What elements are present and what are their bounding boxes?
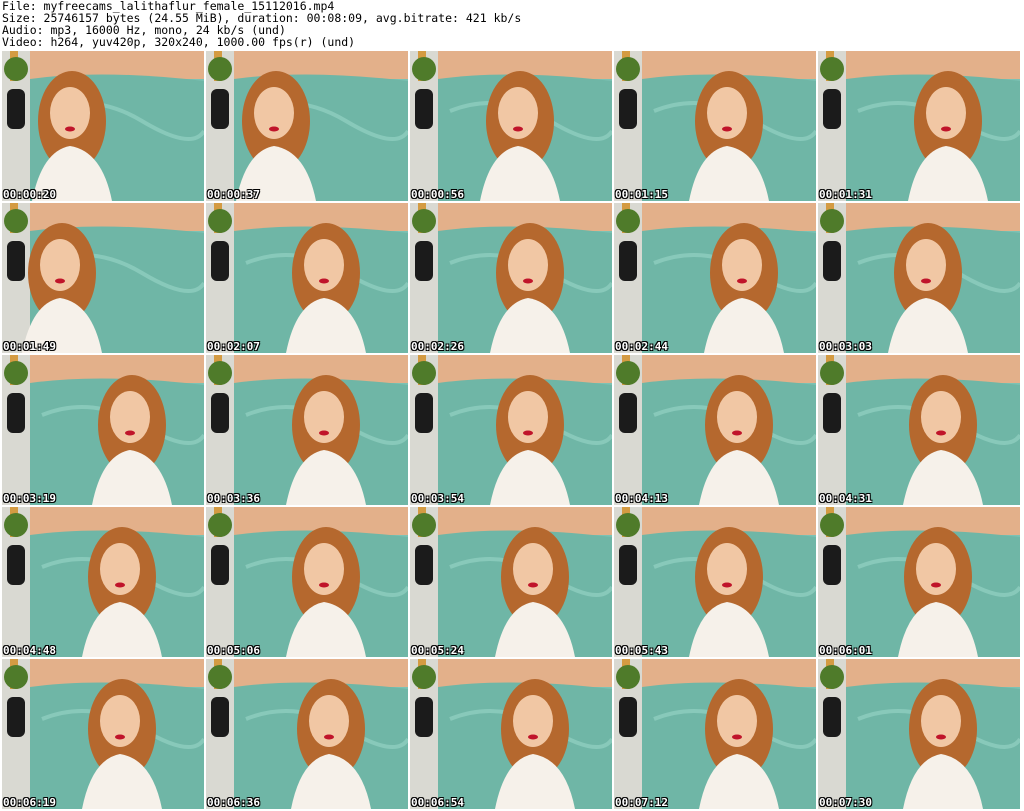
video-thumbnail: 00:06:01 [818,507,1020,657]
thumbnail-timestamp: 00:06:19 [3,796,56,809]
video-thumbnail: 00:07:12 [614,659,816,809]
video-frame-image [818,51,1020,201]
thumbnail-timestamp: 00:07:12 [615,796,668,809]
thumbnail-timestamp: 00:01:31 [819,188,872,201]
video-thumbnail: 00:00:37 [206,51,408,201]
video-frame-image [410,203,612,353]
video-thumbnail: 00:03:54 [410,355,612,505]
video-frame-image [2,507,204,657]
thumbnail-timestamp: 00:04:31 [819,492,872,505]
video-frame-image [614,203,816,353]
video-frame-image [206,355,408,505]
video-thumbnail: 00:02:26 [410,203,612,353]
video-frame-image [818,507,1020,657]
video-frame-image [614,51,816,201]
thumbnail-timestamp: 00:06:01 [819,644,872,657]
thumbnail-timestamp: 00:00:56 [411,188,464,201]
video-thumbnail: 00:02:07 [206,203,408,353]
thumbnail-timestamp: 00:04:48 [3,644,56,657]
video-thumbnail: 00:00:56 [410,51,612,201]
video-thumbnail: 00:06:54 [410,659,612,809]
thumbnail-timestamp: 00:01:15 [615,188,668,201]
thumbnail-timestamp: 00:02:26 [411,340,464,353]
video-thumbnail: 00:01:31 [818,51,1020,201]
video-thumbnail: 00:04:48 [2,507,204,657]
thumbnail-timestamp: 00:07:30 [819,796,872,809]
video-frame-image [2,659,204,809]
video-thumbnail: 00:06:19 [2,659,204,809]
thumbnail-timestamp: 00:06:54 [411,796,464,809]
thumbnail-timestamp: 00:01:49 [3,340,56,353]
thumbnail-timestamp: 00:06:36 [207,796,260,809]
thumbnail-timestamp: 00:05:06 [207,644,260,657]
video-thumbnail: 00:00:20 [2,51,204,201]
video-frame-image [2,51,204,201]
thumbnail-timestamp: 00:03:54 [411,492,464,505]
video-thumbnail: 00:03:36 [206,355,408,505]
video-thumbnail: 00:04:31 [818,355,1020,505]
video-thumbnail: 00:04:13 [614,355,816,505]
video-thumbnail: 00:01:15 [614,51,816,201]
video-frame-image [818,659,1020,809]
video-frame-image [410,355,612,505]
thumbnail-timestamp: 00:03:19 [3,492,56,505]
file-info-header: File: myfreecams_lalithaflur_female_1511… [2,0,1020,50]
video-thumbnail: 00:03:03 [818,203,1020,353]
video-frame-image [614,355,816,505]
video-thumbnail: 00:05:06 [206,507,408,657]
video-frame-image [206,507,408,657]
video-frame-image [410,659,612,809]
video-thumbnail: 00:02:44 [614,203,816,353]
video-thumbnail: 00:01:49 [2,203,204,353]
video-thumbnail: 00:05:24 [410,507,612,657]
video-thumbnail: 00:03:19 [2,355,204,505]
video-thumbnail: 00:06:36 [206,659,408,809]
thumbnail-timestamp: 00:00:20 [3,188,56,201]
video-frame-image [818,203,1020,353]
thumbnail-timestamp: 00:02:44 [615,340,668,353]
video-thumbnail: 00:07:30 [818,659,1020,809]
video-frame-image [614,507,816,657]
video-frame-image [818,355,1020,505]
video-frame-image [206,51,408,201]
video-frame-image [206,659,408,809]
video-frame-image [410,507,612,657]
video-thumbnail: 00:05:43 [614,507,816,657]
video-frame-image [206,203,408,353]
thumbnail-timestamp: 00:00:37 [207,188,260,201]
thumbnail-timestamp: 00:04:13 [615,492,668,505]
thumbnail-timestamp: 00:05:24 [411,644,464,657]
thumbnail-timestamp: 00:02:07 [207,340,260,353]
video-frame-image [2,203,204,353]
video-frame-image [614,659,816,809]
thumbnail-grid: 00:00:20 00:00:37 00:00:56 00:01:15 00:01:31… [2,51,1022,809]
thumbnail-timestamp: 00:05:43 [615,644,668,657]
video-frame-image [410,51,612,201]
video-frame-image [2,355,204,505]
thumbnail-timestamp: 00:03:36 [207,492,260,505]
video-info-line: Video: h264, yuv420p, 320x240, 1000.00 f… [2,35,356,49]
thumbnail-timestamp: 00:03:03 [819,340,872,353]
